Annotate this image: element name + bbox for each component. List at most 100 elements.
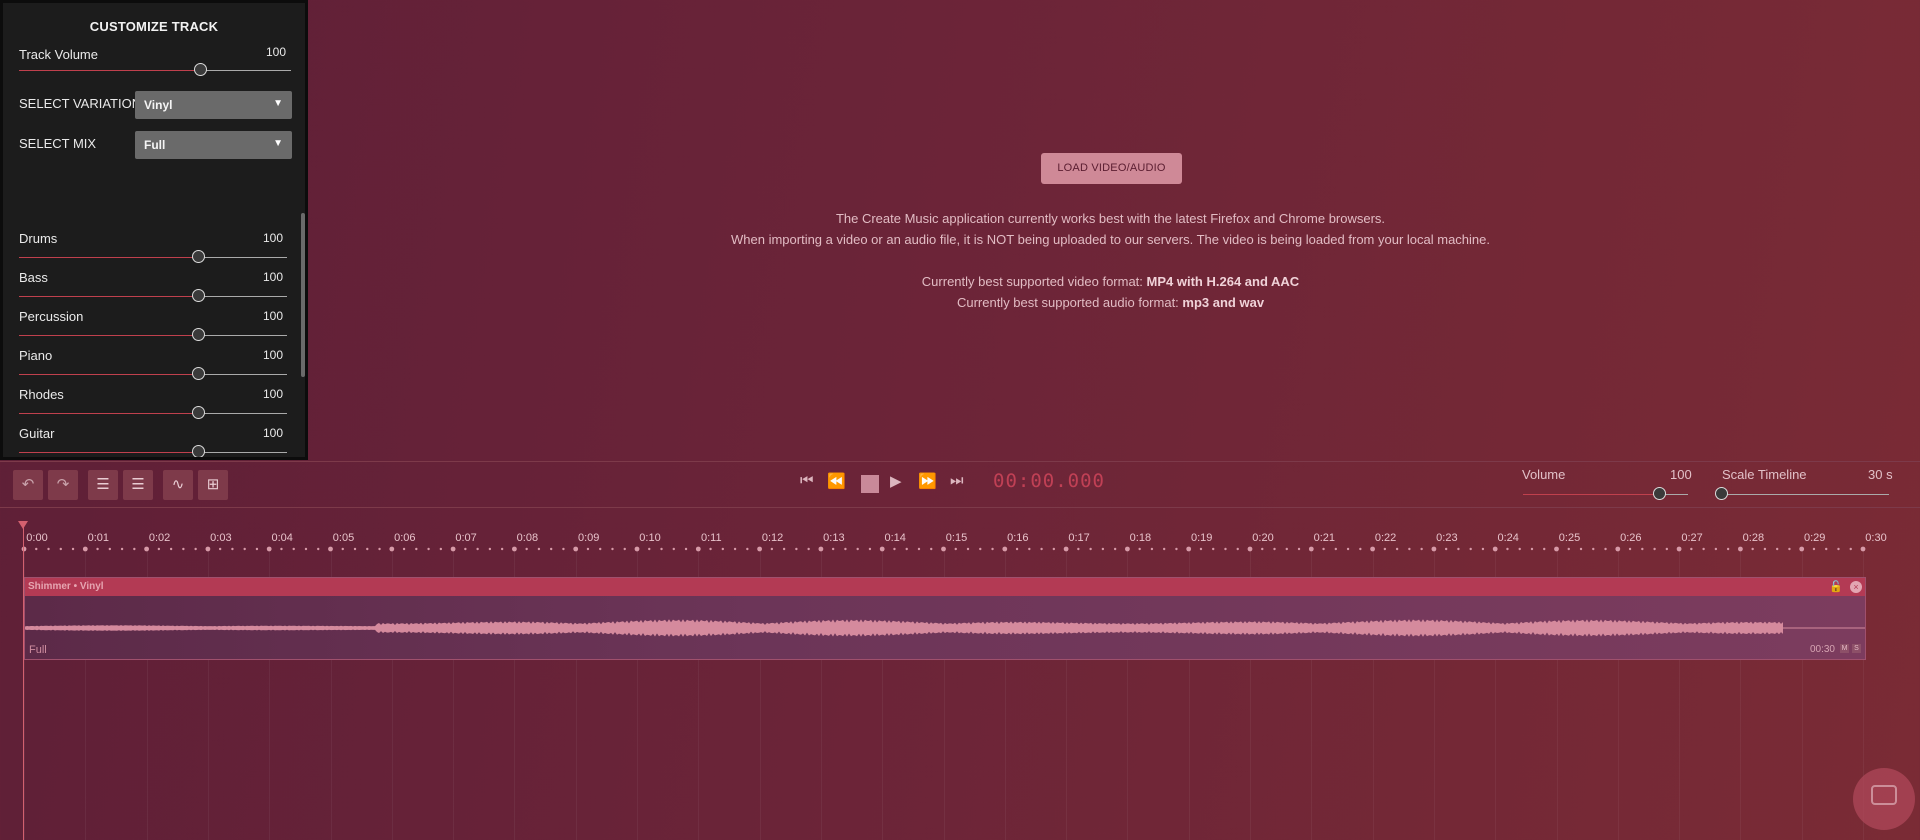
ruler-dots <box>21 546 1866 552</box>
skip-to-end-icon[interactable]: ⏭ <box>950 472 964 489</box>
ruler-dot <box>684 547 688 551</box>
stem-label: Percussion <box>19 309 84 324</box>
ruler-dot <box>1665 547 1669 551</box>
stem-slider[interactable] <box>19 367 287 380</box>
chat-icon <box>1871 785 1897 805</box>
solo-button[interactable]: S <box>1852 644 1861 653</box>
ruler-dot <box>266 546 272 552</box>
ruler-dot <box>1002 546 1008 552</box>
timecode: 00:00.000 <box>993 470 1105 492</box>
ruler-dot <box>47 547 50 551</box>
variation-select[interactable]: Vinyl ▼ <box>135 91 292 119</box>
split-button[interactable]: ⊞ <box>198 470 228 500</box>
ruler-dot <box>818 546 824 552</box>
volume-label: Volume <box>1522 467 1566 482</box>
ruler-dot <box>1431 546 1437 552</box>
audio-clip[interactable]: Shimmer • Vinyl 🔓 × Full 00:30 M S <box>24 577 1866 660</box>
track-volume-value: 100 <box>265 45 286 59</box>
mix-select[interactable]: Full ▼ <box>135 131 292 159</box>
ruler-dot <box>562 547 565 551</box>
ruler-dot <box>133 547 136 551</box>
ruler-dot <box>500 547 504 551</box>
ruler-dot <box>1849 547 1852 551</box>
ruler-dot <box>292 547 295 551</box>
remove-track-button[interactable]: ☰ <box>123 470 153 500</box>
ruler-dot <box>1763 547 1767 551</box>
load-video-audio-button[interactable]: LOAD VIDEO/AUDIO <box>1041 153 1182 184</box>
ruler-dot <box>1370 546 1375 552</box>
ruler-dot <box>746 547 749 551</box>
ruler-dot <box>1615 546 1621 552</box>
waveform-icon: ∿ <box>171 476 185 493</box>
stem-slider[interactable] <box>19 250 287 263</box>
master-volume-slider[interactable] <box>1523 487 1688 500</box>
ruler-dot <box>1383 547 1387 551</box>
panel-title: CUSTOMIZE TRACK <box>89 19 219 34</box>
lock-icon[interactable]: 🔓 <box>1829 580 1843 593</box>
chat-button[interactable] <box>1853 768 1915 830</box>
ruler-dot <box>1444 547 1448 551</box>
ruler-dot <box>450 546 456 552</box>
ruler-dot <box>1150 547 1154 551</box>
ruler-dot <box>648 547 651 551</box>
ruler-dot <box>71 547 75 551</box>
playhead[interactable] <box>23 524 24 840</box>
stem-label: Piano <box>19 348 53 363</box>
ruler-dot <box>1592 547 1595 551</box>
ruler-dot <box>586 547 590 551</box>
ruler-dot <box>1543 547 1546 551</box>
redo-button[interactable]: ↷ <box>48 470 78 500</box>
undo-button[interactable]: ↶ <box>13 470 43 500</box>
ruler-dot <box>856 547 859 551</box>
ruler-dot <box>1063 546 1069 552</box>
clip-mix-label: Full <box>29 644 47 656</box>
skip-to-start-icon[interactable]: ⏮ <box>800 472 814 489</box>
ruler-dot <box>182 547 185 551</box>
ruler-dot <box>1799 546 1805 552</box>
ruler-dot <box>1089 547 1092 551</box>
ruler-dot <box>427 547 430 551</box>
clip-title: Shimmer • Vinyl <box>28 581 104 592</box>
customize-track-panel: CUSTOMIZE TRACK Track Volume 100 SELECT … <box>0 0 308 460</box>
ruler-dot <box>1334 547 1338 551</box>
ruler-dot <box>341 547 344 551</box>
stop-button[interactable] <box>861 475 879 493</box>
ruler-dot <box>389 546 395 552</box>
fast-forward-icon[interactable]: ⏩ <box>918 472 937 490</box>
ruler-dot <box>304 547 308 551</box>
ruler-dot <box>402 547 406 551</box>
ruler-dot <box>917 547 921 551</box>
stem-slider[interactable] <box>19 406 287 419</box>
stem-label: Rhodes <box>19 387 64 402</box>
audio-format-prefix: Currently best supported audio format: <box>956 295 1183 310</box>
play-icon[interactable]: ▶ <box>890 472 902 490</box>
stem-value: 100 <box>262 426 283 440</box>
ruler-dot <box>733 547 737 551</box>
ruler-dot <box>1457 547 1460 551</box>
variation-value: Vinyl <box>144 98 173 112</box>
clip-header[interactable]: Shimmer • Vinyl 🔓 × <box>25 578 1865 596</box>
scale-timeline-slider[interactable] <box>1715 487 1889 500</box>
ruler-dot <box>672 547 675 551</box>
ruler-dot <box>1175 547 1178 551</box>
ruler-dot <box>795 547 798 551</box>
ruler-dot <box>634 546 640 552</box>
track-volume-slider[interactable] <box>19 63 291 76</box>
ruler-dot <box>1469 547 1472 551</box>
mute-button[interactable]: M <box>1840 644 1849 653</box>
ruler-dot <box>205 546 211 552</box>
ruler-dot <box>966 547 970 551</box>
ruler-dot <box>1162 547 1166 551</box>
automation-button[interactable]: ∿ <box>163 470 193 500</box>
ruler-dot <box>1481 547 1485 551</box>
stem-slider[interactable] <box>19 328 287 341</box>
ruler-dot <box>709 547 712 551</box>
stem-slider[interactable] <box>19 445 287 457</box>
rewind-icon[interactable]: ⏪ <box>827 472 846 490</box>
ruler-dot <box>721 547 725 551</box>
add-track-button[interactable]: ☰ <box>88 470 118 500</box>
stem-value: 100 <box>262 387 283 401</box>
ruler-dot <box>1604 547 1607 551</box>
close-icon[interactable]: × <box>1850 581 1862 593</box>
browser-info-text: The Create Music application currently w… <box>835 211 1386 226</box>
